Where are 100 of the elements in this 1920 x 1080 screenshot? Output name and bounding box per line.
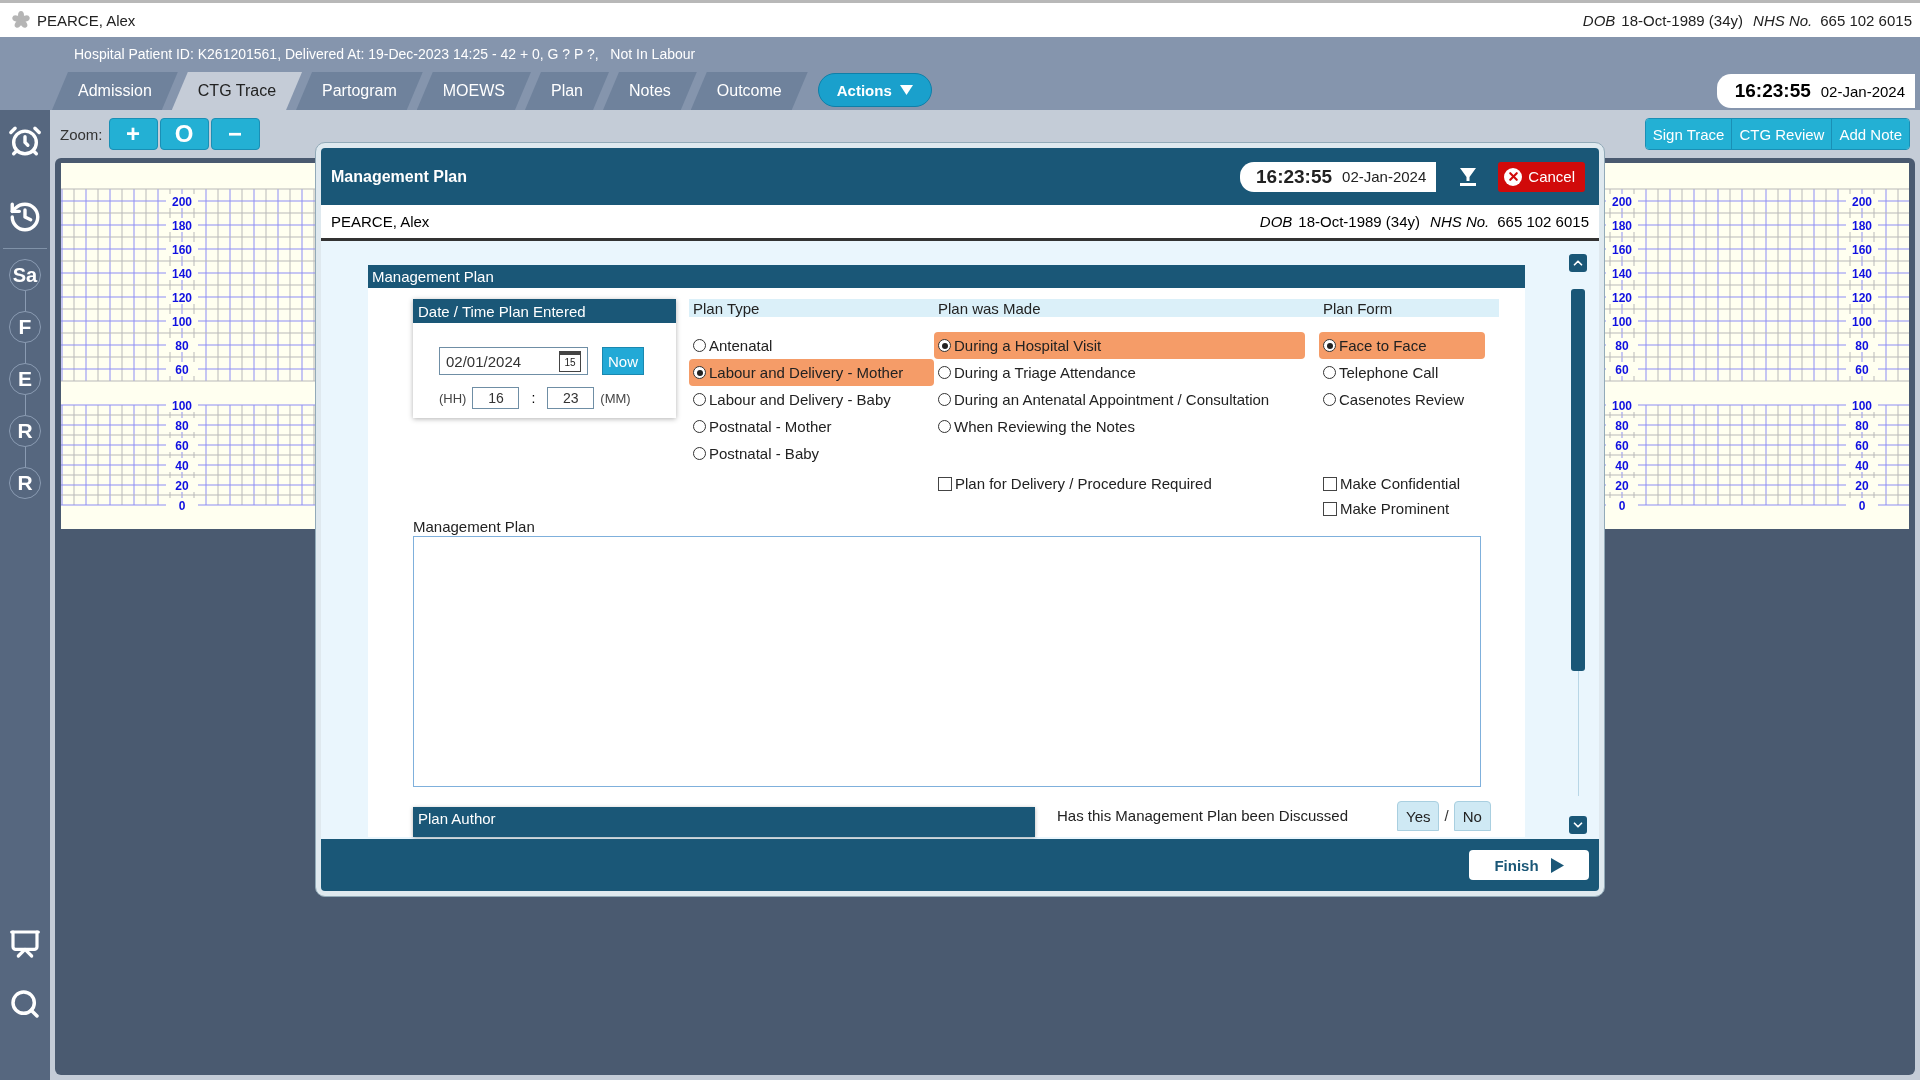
radio-option[interactable]: Labour and Delivery - Baby: [689, 386, 934, 413]
axis-label: 180: [172, 218, 192, 233]
question-text: Has this Management Plan been Discussed: [1057, 807, 1349, 826]
card-header: Date / Time Plan Entered: [413, 299, 676, 323]
cancel-button[interactable]: Cancel: [1498, 161, 1585, 192]
minute-field[interactable]: 23: [547, 387, 595, 409]
radio-option[interactable]: Postnatal - Baby: [689, 440, 934, 467]
axis-label: 60: [1615, 362, 1629, 377]
axis-label: 120: [1852, 290, 1872, 305]
radio-option[interactable]: Postnatal - Mother: [689, 413, 934, 440]
axis-label: 120: [172, 290, 192, 305]
axis-label: 20: [1855, 478, 1869, 493]
axis-label: 80: [1855, 338, 1869, 353]
axis-label: 80: [175, 418, 189, 433]
axis-label: 0: [1618, 498, 1626, 513]
axis-label: 60: [1615, 438, 1629, 453]
axis-label: 80: [1855, 418, 1869, 433]
axis-label: 180: [1852, 218, 1872, 233]
presentation-icon[interactable]: [9, 928, 41, 960]
clock-date: 02-Jan-2024: [1820, 82, 1905, 100]
hour-field[interactable]: 16: [472, 387, 520, 409]
alarm-clock-icon[interactable]: [8, 124, 42, 158]
filter-icon[interactable]: [1460, 167, 1477, 186]
radio-icon: [693, 339, 706, 352]
tab[interactable]: Partogram: [296, 72, 423, 110]
radio-icon: [1323, 393, 1336, 406]
column-header: Plan Form: [1322, 299, 1394, 317]
management-plan-field[interactable]: [413, 536, 1481, 787]
checkbox-option[interactable]: Make Confidential: [1319, 471, 1499, 496]
clock-date: 02-Jan-2024: [1342, 168, 1427, 185]
axis-label: 0: [178, 498, 186, 513]
checkbox-option[interactable]: Make Prominent: [1319, 496, 1499, 521]
checkbox[interactable]: [1323, 501, 1337, 516]
nhs-number: 665 102 6015: [1820, 11, 1912, 29]
radio-option[interactable]: Face to Face: [1319, 332, 1485, 359]
axis-label: 160: [1612, 242, 1632, 257]
radio-option[interactable]: Labour and Delivery - Mother: [689, 359, 934, 386]
tab[interactable]: CTG Trace: [171, 72, 303, 110]
axis-label: 20: [1615, 478, 1629, 493]
radio-icon: [938, 393, 951, 406]
caret-icon: [899, 85, 913, 95]
radio-icon: [693, 447, 706, 460]
tab[interactable]: Notes: [603, 72, 697, 110]
radio-option[interactable]: Casenotes Review: [1319, 386, 1485, 413]
checkbox[interactable]: [938, 476, 952, 491]
axis-label: 180: [1612, 218, 1632, 233]
tab[interactable]: Plan: [524, 72, 609, 110]
tab[interactable]: MOEWS: [416, 72, 531, 110]
radio-option[interactable]: Telephone Call: [1319, 359, 1485, 386]
date-of-birth: 18-Oct-1989 (34y): [1298, 213, 1421, 230]
column-header: Plan was Made: [937, 299, 1042, 317]
hour-label: (HH): [439, 390, 467, 406]
zoom-label: Zoom:: [60, 125, 103, 143]
axis-label: 60: [1855, 438, 1869, 453]
section-header: Plan Author: [413, 807, 1035, 837]
search-icon[interactable]: [9, 988, 41, 1020]
axis-label: 100: [1852, 398, 1872, 413]
axis-label: 200: [1612, 194, 1632, 209]
flower-icon: [12, 11, 30, 29]
patient-name: PEARCE, Alex: [331, 213, 430, 230]
axis-label: 100: [1612, 314, 1632, 329]
checkbox-option[interactable]: Plan for Delivery / Procedure Required: [934, 471, 1319, 496]
scroll-down-button[interactable]: [1569, 816, 1587, 834]
axis-label: 0: [1858, 498, 1866, 513]
scrollbar-thumb[interactable]: [1571, 289, 1585, 671]
radio-icon: [1323, 366, 1336, 379]
radio-icon: [938, 339, 951, 352]
answer-button[interactable]: No: [1453, 801, 1491, 831]
radio-icon: [938, 366, 951, 379]
answer-button[interactable]: Yes: [1397, 801, 1440, 831]
radio-option[interactable]: During an Antenatal Appointment / Consultation: [934, 386, 1305, 413]
tab[interactable]: Admission: [52, 72, 178, 110]
axis-label: 200: [1852, 194, 1872, 209]
axis-label: 160: [1852, 242, 1872, 257]
scroll-up-button[interactable]: [1569, 254, 1587, 272]
checkbox[interactable]: [1323, 476, 1337, 491]
axis-label: 120: [1612, 290, 1632, 305]
notes-label: Management Plan: [413, 518, 536, 535]
time-separator: :: [531, 390, 536, 406]
dob-label: DOB: [1582, 11, 1616, 29]
nhs-label: NHS No.: [1753, 11, 1813, 29]
axis-label: 60: [1855, 362, 1869, 377]
axis-label: 140: [172, 266, 192, 281]
date-field[interactable]: 02/01/2024 15: [439, 347, 588, 375]
radio-option[interactable]: During a Triage Attendance: [934, 359, 1305, 386]
radio-icon: [693, 366, 706, 379]
column-header: Plan Type: [692, 299, 761, 317]
calendar-icon[interactable]: 15: [559, 350, 581, 372]
axis-label: 100: [172, 398, 192, 413]
radio-icon: [693, 420, 706, 433]
radio-option[interactable]: During a Hospital Visit: [934, 332, 1305, 359]
history-icon[interactable]: [8, 200, 42, 234]
axis-label: 80: [1615, 338, 1629, 353]
close-icon: [1504, 167, 1523, 186]
radio-option[interactable]: Antenatal: [689, 332, 934, 359]
radio-option[interactable]: When Reviewing the Notes: [934, 413, 1305, 440]
play-icon: [1550, 857, 1564, 873]
tab[interactable]: Outcome: [690, 72, 808, 110]
finish-button[interactable]: Finish: [1469, 850, 1589, 880]
axis-label: 100: [172, 314, 192, 329]
